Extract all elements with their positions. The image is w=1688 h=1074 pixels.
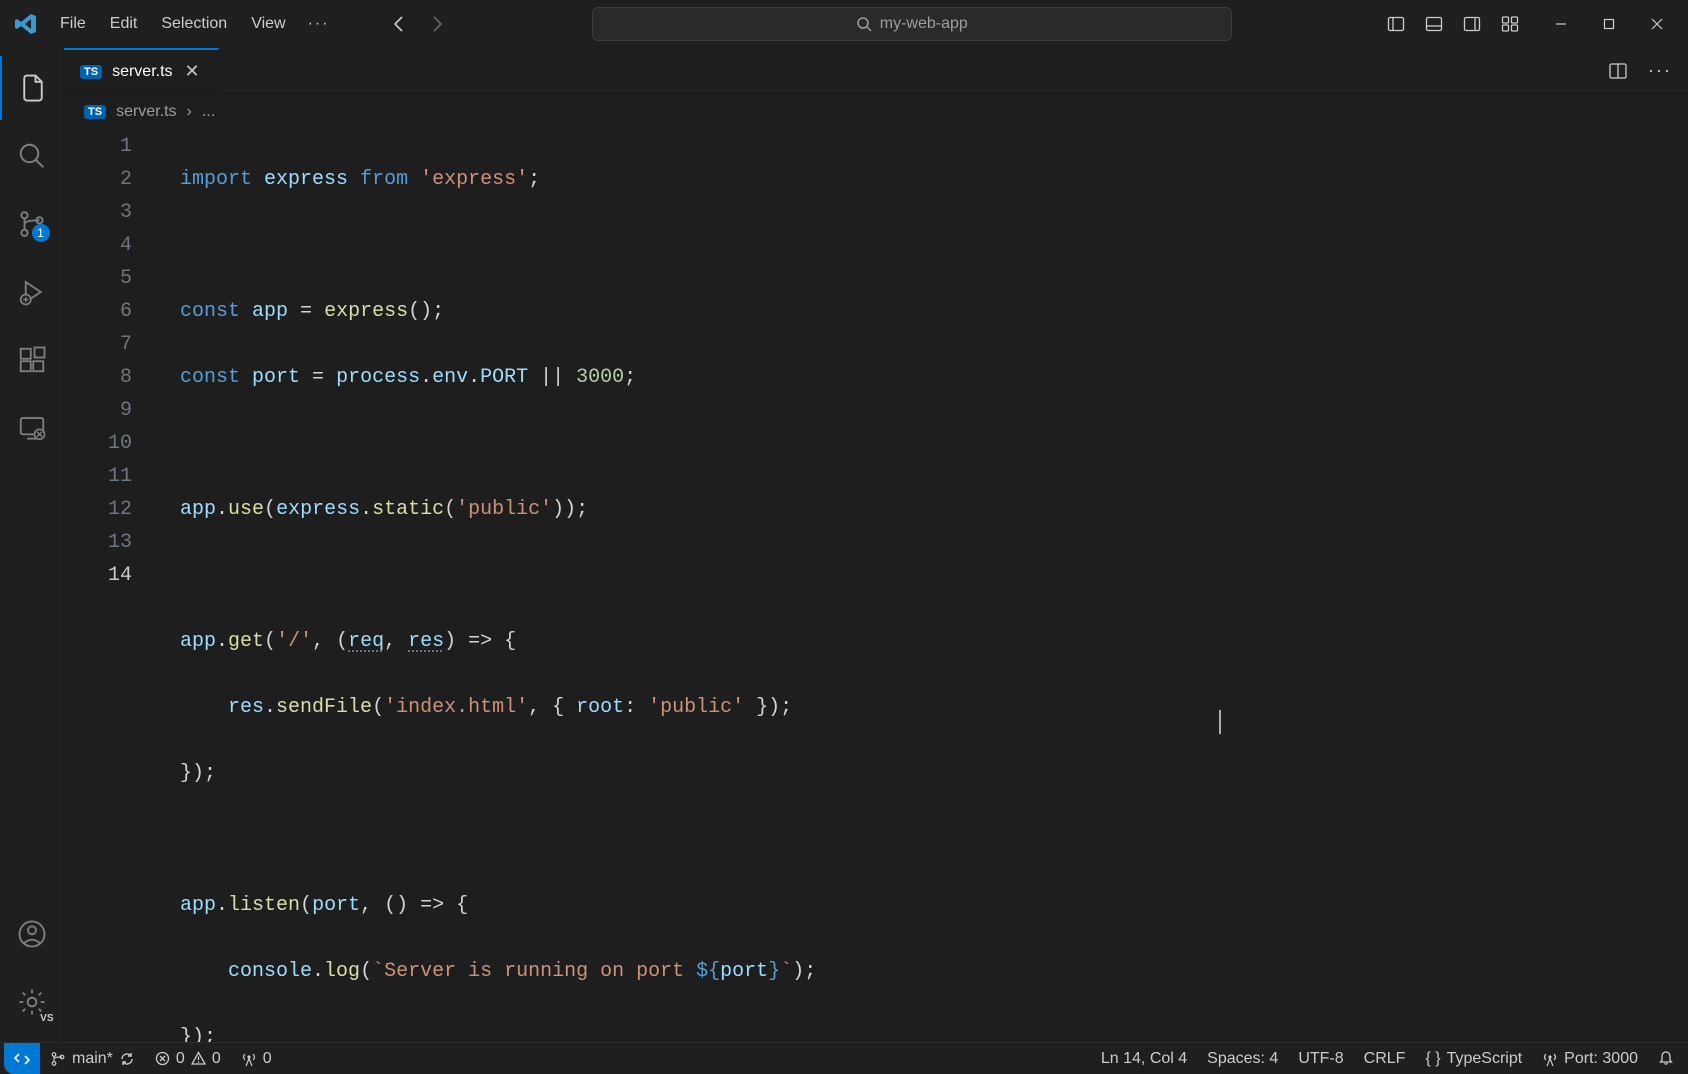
- breadcrumb[interactable]: TS server.ts › ...: [64, 94, 1688, 130]
- nav-back-icon[interactable]: [384, 8, 416, 40]
- menu-bar: File Edit Selection View ···: [48, 9, 340, 39]
- layout-controls: [1378, 6, 1528, 42]
- window-controls: [1538, 6, 1680, 42]
- customize-layout-icon[interactable]: [1492, 6, 1528, 42]
- status-port[interactable]: Port: 3000: [1532, 1050, 1648, 1068]
- activity-remote-explorer-icon[interactable]: [0, 396, 64, 460]
- radio-tower-icon: [1542, 1051, 1558, 1067]
- tabs-bar: TS server.ts ✕ ···: [64, 48, 1688, 94]
- search-icon: [856, 16, 872, 32]
- menu-more-icon[interactable]: ···: [298, 9, 340, 39]
- port-number: Port: 3000: [1564, 1050, 1638, 1068]
- warning-count: 0: [212, 1050, 221, 1068]
- code-content[interactable]: import express from 'express'; const app…: [160, 130, 1688, 1042]
- error-count: 0: [176, 1050, 185, 1068]
- branch-name: main*: [72, 1050, 113, 1068]
- status-notifications-icon[interactable]: [1648, 1050, 1684, 1066]
- sync-icon[interactable]: [119, 1051, 135, 1067]
- activity-search-icon[interactable]: [0, 124, 64, 188]
- main-area: 1 VS TS server.ts ✕: [0, 48, 1688, 1042]
- menu-edit[interactable]: Edit: [98, 9, 150, 39]
- command-center-search[interactable]: my-web-app: [592, 7, 1232, 41]
- error-icon: [155, 1051, 170, 1066]
- status-eol[interactable]: CRLF: [1354, 1050, 1416, 1068]
- layout-sidebar-right-icon[interactable]: [1454, 6, 1490, 42]
- layout-sidebar-left-icon[interactable]: [1378, 6, 1414, 42]
- remote-indicator-icon[interactable]: [4, 1043, 40, 1074]
- activity-source-control-icon[interactable]: 1: [0, 192, 64, 256]
- editor-more-icon[interactable]: ···: [1642, 53, 1678, 89]
- nav-forward-icon[interactable]: [420, 8, 452, 40]
- activity-settings-icon[interactable]: VS: [0, 970, 64, 1034]
- breadcrumb-ellipsis: ...: [202, 103, 215, 121]
- editor-tab[interactable]: TS server.ts ✕: [64, 48, 219, 93]
- radio-tower-icon: [241, 1051, 257, 1067]
- braces-icon: { }: [1425, 1050, 1440, 1068]
- source-control-badge: 1: [32, 224, 50, 242]
- tab-close-icon[interactable]: ✕: [183, 59, 202, 84]
- activity-explorer-icon[interactable]: [0, 56, 64, 120]
- status-forwarded-ports[interactable]: 0: [231, 1043, 282, 1074]
- status-bar: main* 0 0 0 Ln 14, Col 4 Spaces: 4 UTF-8…: [0, 1042, 1688, 1074]
- breadcrumb-filename: server.ts: [116, 103, 176, 121]
- settings-badge: VS: [38, 1013, 55, 1024]
- activity-extensions-icon[interactable]: [0, 328, 64, 392]
- text-cursor-icon: [1219, 710, 1221, 734]
- warning-icon: [191, 1051, 206, 1066]
- search-text: my-web-app: [880, 15, 968, 33]
- menu-selection[interactable]: Selection: [149, 9, 239, 39]
- tab-filename: server.ts: [112, 63, 172, 81]
- status-branch[interactable]: main*: [40, 1043, 145, 1074]
- window-close-icon[interactable]: [1634, 6, 1680, 42]
- typescript-badge-icon: TS: [80, 65, 102, 79]
- window-maximize-icon[interactable]: [1586, 6, 1632, 42]
- menu-file[interactable]: File: [48, 9, 98, 39]
- status-problems[interactable]: 0 0: [145, 1043, 231, 1074]
- line-number-gutter: 1 2 3 4 5 6 7 8 9 10 11 12 13 14: [64, 130, 160, 1042]
- breadcrumb-separator-icon: ›: [187, 103, 192, 121]
- code-editor[interactable]: 1 2 3 4 5 6 7 8 9 10 11 12 13 14 import …: [64, 130, 1688, 1042]
- editor-group: TS server.ts ✕ ··· TS server.ts › ...: [64, 48, 1688, 1042]
- split-editor-icon[interactable]: [1600, 53, 1636, 89]
- menu-view[interactable]: View: [239, 9, 297, 39]
- language-mode: TypeScript: [1447, 1050, 1523, 1068]
- activity-accounts-icon[interactable]: [0, 902, 64, 966]
- nav-arrows: [384, 8, 452, 40]
- window-minimize-icon[interactable]: [1538, 6, 1584, 42]
- title-bar: File Edit Selection View ··· my-web-app: [0, 0, 1688, 48]
- layout-panel-icon[interactable]: [1416, 6, 1452, 42]
- typescript-badge-icon: TS: [84, 105, 106, 119]
- status-encoding[interactable]: UTF-8: [1288, 1050, 1353, 1068]
- activity-bar: 1 VS: [0, 48, 64, 1042]
- status-language[interactable]: { } TypeScript: [1415, 1050, 1532, 1068]
- activity-run-debug-icon[interactable]: [0, 260, 64, 324]
- vscode-logo-icon: [8, 12, 44, 36]
- port-count-left: 0: [263, 1050, 272, 1068]
- status-indentation[interactable]: Spaces: 4: [1197, 1050, 1288, 1068]
- status-cursor-position[interactable]: Ln 14, Col 4: [1091, 1050, 1197, 1068]
